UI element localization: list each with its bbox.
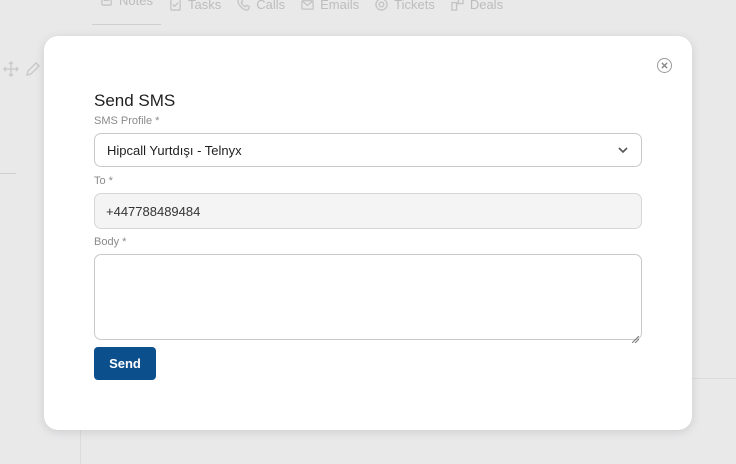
sms-profile-label: SMS Profile * (94, 115, 160, 127)
close-button[interactable] (657, 58, 672, 73)
background-tabs: Notes Tasks Calls Emails Tickets Deals (92, 0, 511, 32)
tab-label: Notes (119, 0, 153, 8)
sms-profile-select[interactable]: Hipcall Yurtdışı - Telnyx (94, 133, 642, 167)
to-value: +447788489484 (106, 203, 201, 219)
modal-title: Send SMS (94, 91, 176, 110)
close-icon (661, 62, 668, 69)
resize-handle-icon[interactable] (631, 330, 640, 344)
to-label: To * (94, 175, 113, 187)
send-button[interactable]: Send (94, 347, 156, 380)
ticket-icon (375, 0, 388, 11)
tab-tickets: Tickets (367, 0, 443, 12)
chevron-down-icon (618, 147, 628, 154)
tab-deals: Deals (443, 0, 511, 12)
tab-label: Emails (320, 0, 360, 12)
note-icon (101, 0, 112, 6)
tab-calls: Calls (229, 0, 293, 12)
task-icon (170, 0, 181, 11)
tab-label: Tasks (187, 0, 222, 12)
to-field[interactable]: +447788489484 (94, 193, 642, 229)
tab-label: Deals (469, 0, 504, 12)
send-sms-modal: Send SMS SMS Profile * Hipcall Yurtdışı … (44, 36, 692, 430)
tab-emails: Emails (293, 0, 367, 12)
body-label: Body * (94, 236, 127, 248)
tab-tasks: Tasks (161, 0, 229, 12)
body-textarea[interactable] (94, 254, 642, 344)
phone-icon (237, 0, 250, 11)
tab-label: Calls (256, 0, 286, 12)
background-divider (0, 173, 16, 174)
tab-label: Tickets (394, 0, 435, 12)
mail-icon (301, 0, 314, 10)
edit-icon (26, 62, 40, 76)
background-tools (2, 60, 42, 78)
tab-notes: Notes (92, 0, 161, 25)
move-icon (3, 61, 19, 77)
sms-profile-value: Hipcall Yurtdışı - Telnyx (107, 142, 242, 158)
deal-icon (451, 0, 464, 11)
